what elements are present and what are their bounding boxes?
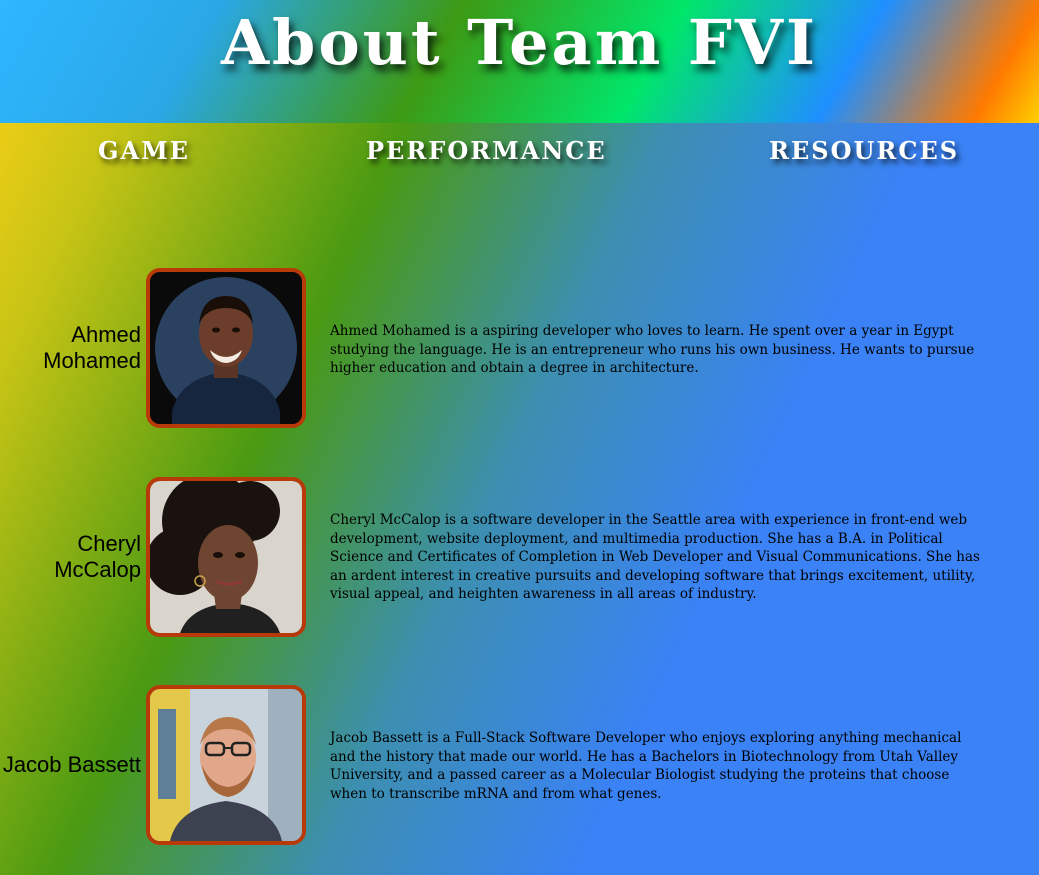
portrait-image — [150, 689, 302, 841]
member-photo — [146, 268, 306, 428]
member-name-line: McCalop — [54, 557, 141, 582]
member-name: Ahmed Mohamed — [1, 268, 141, 428]
member-name: Jacob Bassett — [1, 685, 141, 845]
portrait-image — [150, 481, 302, 633]
member-photo — [146, 477, 306, 637]
main-nav: GAME PERFORMANCE RESOURCES — [0, 136, 1039, 176]
header-banner: About Team FVI — [0, 0, 1039, 123]
member-name-line: Mohamed — [43, 348, 141, 373]
page-title: About Team FVI — [220, 6, 819, 79]
member-name: Cheryl McCalop — [1, 477, 141, 637]
member-bio: Cheryl McCalop is a software developer i… — [330, 512, 980, 602]
team-member-card: Cheryl McCalop Cheryl McCalop is a softw… — [0, 477, 1039, 637]
member-bio: Ahmed Mohamed is a aspiring developer wh… — [330, 323, 975, 376]
team-member-card: Jacob Bassett Jacob Bassett is a Full-St… — [0, 685, 1039, 845]
nav-link-performance[interactable]: PERFORMANCE — [366, 136, 607, 165]
portrait-image — [150, 272, 302, 424]
member-bio: Jacob Bassett is a Full-Stack Software D… — [330, 730, 962, 802]
member-photo — [146, 685, 306, 845]
team-member-card: Ahmed Mohamed Ahmed Mohamed is a aspirin… — [0, 268, 1039, 428]
member-name-line: Ahmed — [71, 322, 141, 347]
member-name-line: Cheryl — [77, 531, 141, 556]
nav-link-game[interactable]: GAME — [98, 136, 190, 165]
nav-link-resources[interactable]: RESOURCES — [769, 136, 959, 165]
member-name-line: Jacob Bassett — [2, 752, 141, 777]
